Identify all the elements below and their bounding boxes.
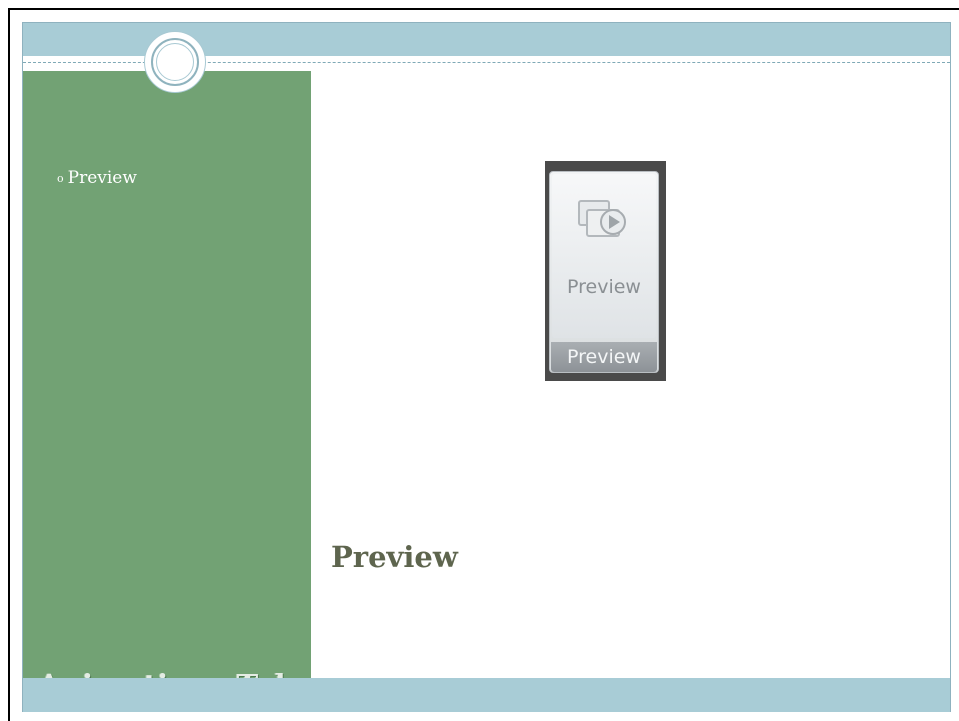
ribbon-preview-image: Preview Preview xyxy=(545,161,666,381)
preview-button[interactable]: Preview xyxy=(552,174,656,338)
preview-button-label: Preview xyxy=(567,276,641,298)
bullet-marker: o xyxy=(57,172,64,185)
bottom-band xyxy=(23,678,950,712)
main-title: Preview xyxy=(331,540,458,574)
preview-icon xyxy=(577,198,629,246)
bullet-text: Preview xyxy=(67,168,137,188)
circle-ornament-icon xyxy=(144,31,206,93)
ornament-ring-inner xyxy=(156,43,194,81)
bullet-item: o Preview xyxy=(57,168,137,188)
side-panel: oPreview Animations Tab xyxy=(23,71,311,702)
ribbon-group-label: Preview xyxy=(551,342,657,372)
ribbon-group: Preview Preview xyxy=(549,171,659,373)
slide: oPreview Animations Tab Preview xyxy=(22,22,951,712)
